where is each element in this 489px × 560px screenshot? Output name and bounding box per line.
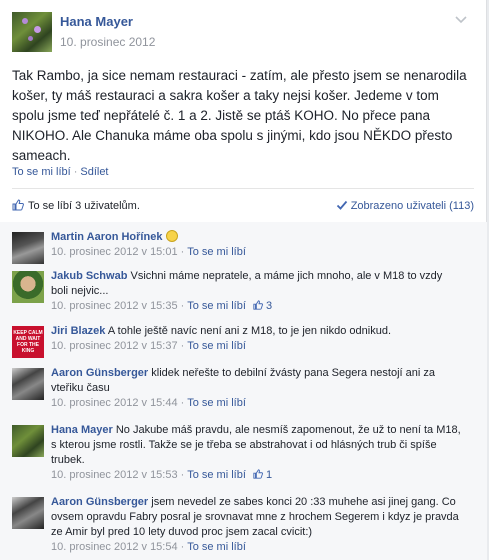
commenter-avatar[interactable] xyxy=(12,425,44,457)
thumbs-up-icon xyxy=(253,469,263,479)
comment-time[interactable]: 10. prosinec 2012 v 15:44 xyxy=(51,397,178,409)
commenter-avatar[interactable]: KEEP CALM AND WAIT FOR THE KING xyxy=(12,326,44,358)
comment-like-link[interactable]: To se mi líbí xyxy=(187,541,246,553)
comment-text: No Jakube máš pravdu, ale nesmíš zapomen… xyxy=(51,424,461,466)
comment-time[interactable]: 10. prosinec 2012 v 15:35 xyxy=(51,300,178,312)
comment-like-link[interactable]: To se mi líbí xyxy=(187,246,246,258)
thumbs-up-icon xyxy=(253,300,263,310)
thumbs-up-icon xyxy=(12,199,24,211)
commenter-avatar[interactable] xyxy=(12,368,44,400)
commenter-name[interactable]: Jakub Schwab xyxy=(51,270,127,282)
likes-row: To se líbí 3 uživatelům. Zobrazeno uživa… xyxy=(12,198,474,214)
commenter-avatar[interactable] xyxy=(12,497,44,529)
author-avatar[interactable] xyxy=(12,12,52,52)
comment-like-link[interactable]: To se mi líbí xyxy=(187,397,246,409)
comment-likes-count[interactable]: 1 xyxy=(249,469,272,481)
seen-by-link[interactable]: Zobrazeno uživateli (113) xyxy=(336,199,474,212)
post-card: Hana Mayer 10. prosinec 2012 Tak Rambo, … xyxy=(0,0,487,560)
action-separator: · xyxy=(73,166,78,178)
commenter-name[interactable]: Jiri Blazek xyxy=(51,325,105,337)
commenter-name[interactable]: Aaron Günsberger xyxy=(51,496,148,508)
comment-like-link[interactable]: To se mi líbí xyxy=(187,340,246,352)
divider xyxy=(12,188,474,189)
commenter-avatar[interactable] xyxy=(12,232,44,264)
likes-summary-text: To se líbí 3 uživatelům. xyxy=(28,200,140,212)
author-name[interactable]: Hana Mayer xyxy=(60,14,133,29)
commenter-name[interactable]: Martin Aaron Hořínek xyxy=(51,231,162,243)
comments-section: Martin Aaron Hořínek 10. prosinec 2012 v… xyxy=(0,222,487,560)
post-text: Tak Rambo, ja sice nemam restauraci - za… xyxy=(12,68,467,163)
share-link[interactable]: Sdílet xyxy=(80,166,108,178)
post-actions: To se mi líbí · Sdílet xyxy=(12,166,109,178)
comment-likes-count[interactable]: 3 xyxy=(249,300,272,312)
like-link[interactable]: To se mi líbí xyxy=(12,166,71,178)
commenter-name[interactable]: Hana Mayer xyxy=(51,424,113,436)
comment-time[interactable]: 10. prosinec 2012 v 15:01 xyxy=(51,246,178,258)
smile-emoji-icon xyxy=(165,230,178,242)
avatar-text: KEEP CALM AND WAIT FOR THE KING xyxy=(13,330,43,354)
comment-like-link[interactable]: To se mi líbí xyxy=(187,300,246,312)
comment-like-link[interactable]: To se mi líbí xyxy=(187,469,246,481)
chevron-down-icon[interactable] xyxy=(454,14,468,24)
post-header: Hana Mayer 10. prosinec 2012 xyxy=(0,0,486,56)
commenter-avatar[interactable] xyxy=(12,271,44,303)
likes-summary[interactable]: To se líbí 3 uživatelům. xyxy=(12,199,140,212)
comment-time[interactable]: 10. prosinec 2012 v 15:54 xyxy=(51,541,178,553)
post-date[interactable]: 10. prosinec 2012 xyxy=(60,35,155,49)
comment-time[interactable]: 10. prosinec 2012 v 15:37 xyxy=(51,340,178,352)
seen-by-text: Zobrazeno uživateli (113) xyxy=(350,200,474,212)
comment-time[interactable]: 10. prosinec 2012 v 15:53 xyxy=(51,469,178,481)
commenter-name[interactable]: Aaron Günsberger xyxy=(51,367,148,379)
comment-text: A tohle ještě navíc není ani z M18, to j… xyxy=(107,325,392,337)
checkmark-icon xyxy=(336,200,347,210)
